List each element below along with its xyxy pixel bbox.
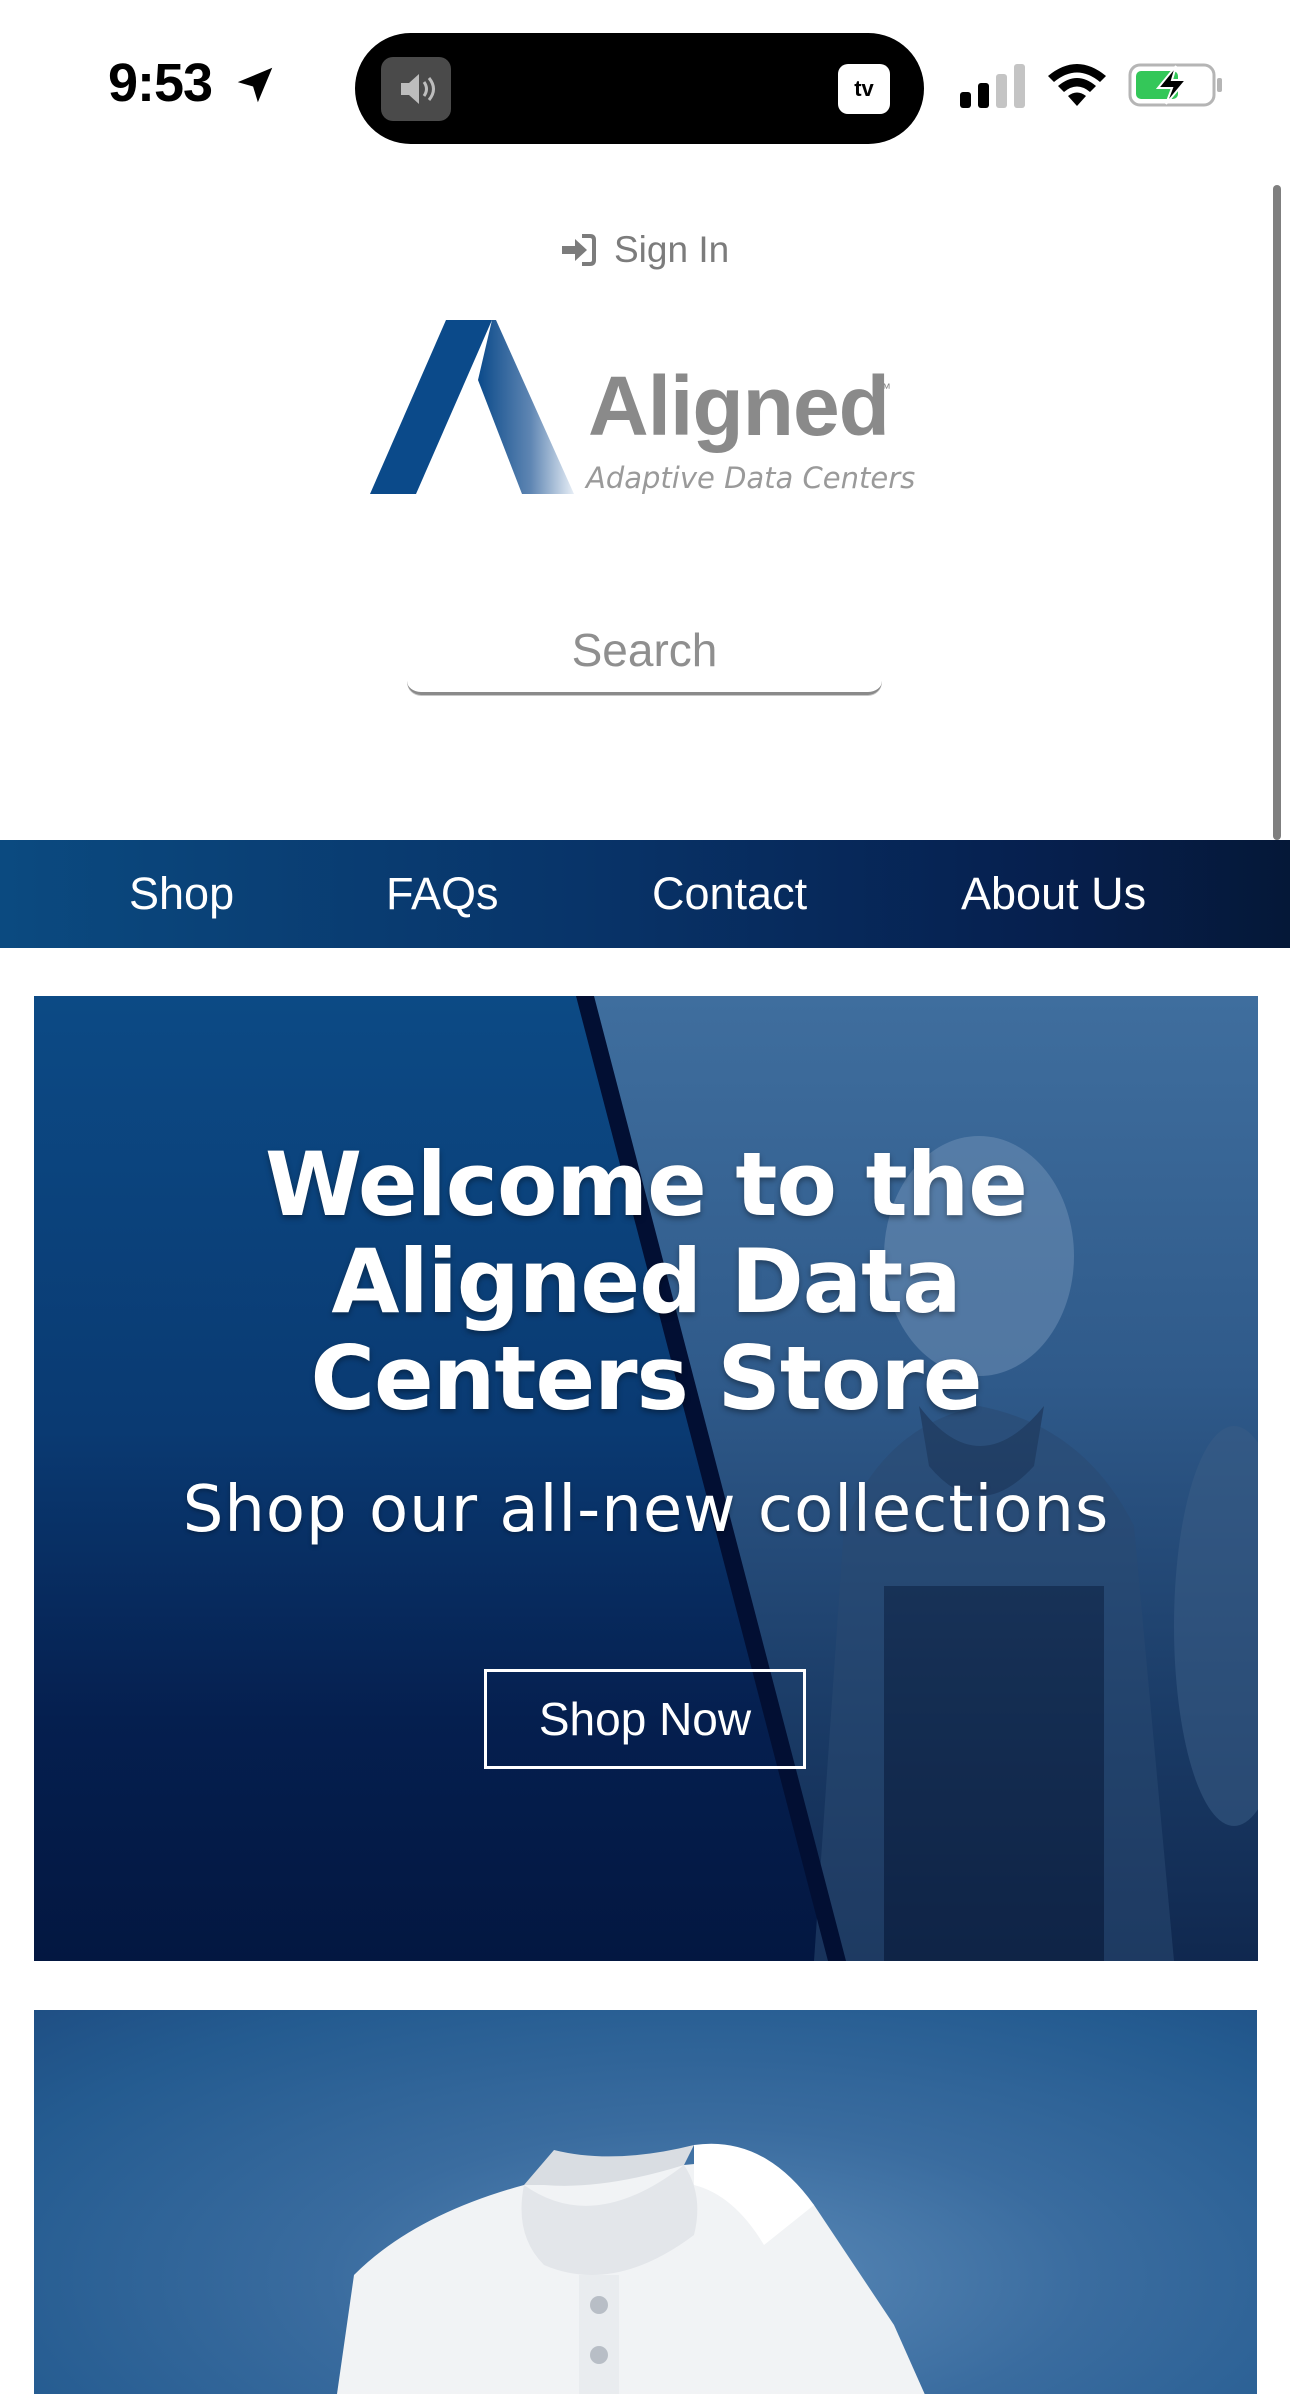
- logo-trademark: ™: [877, 380, 891, 396]
- status-time: 9:53: [108, 53, 213, 113]
- nav-item-contact[interactable]: Contact: [652, 840, 807, 948]
- hero-title: Welcome to the Aligned Data Centers Stor…: [265, 1133, 1028, 1430]
- sign-in-label: Sign In: [614, 229, 730, 270]
- dynamic-island: tv: [355, 33, 924, 144]
- battery-charging-icon: [1128, 63, 1222, 107]
- hero-banner: Welcome to the Aligned Data Centers Stor…: [34, 996, 1258, 1961]
- nav-item-faqs[interactable]: FAQs: [386, 840, 499, 948]
- sign-in-link[interactable]: Sign In: [560, 222, 729, 278]
- search-input[interactable]: [407, 607, 882, 695]
- cellular-signal-icon: [960, 64, 1025, 108]
- product-promo-banner[interactable]: [34, 2010, 1257, 2394]
- aligned-logo[interactable]: Aligned ™ Adaptive Data Centers: [368, 318, 915, 500]
- main-nav: Shop FAQs Contact About Us: [0, 840, 1290, 948]
- hero-subtitle: Shop our all-new collections: [182, 1473, 1110, 1547]
- nav-item-shop[interactable]: Shop: [129, 840, 234, 948]
- aligned-logo-mark-icon: [370, 320, 574, 494]
- nav-item-about-us[interactable]: About Us: [961, 840, 1146, 948]
- wifi-icon: [1048, 64, 1106, 106]
- shop-now-button[interactable]: Shop Now: [484, 1669, 806, 1769]
- sign-in-icon: [562, 234, 596, 266]
- status-bar: 9:53 tv: [0, 0, 1290, 170]
- logo-wordmark: Aligned: [588, 359, 890, 453]
- apple-tv-label: tv: [854, 76, 874, 101]
- apple-tv-icon: tv: [838, 64, 890, 114]
- polo-shirt-image: [337, 2143, 925, 2394]
- speaker-icon: [381, 57, 451, 121]
- logo-tagline: Adaptive Data Centers: [586, 461, 916, 495]
- scrollbar[interactable]: [1273, 185, 1281, 840]
- location-arrow-icon: [237, 67, 273, 103]
